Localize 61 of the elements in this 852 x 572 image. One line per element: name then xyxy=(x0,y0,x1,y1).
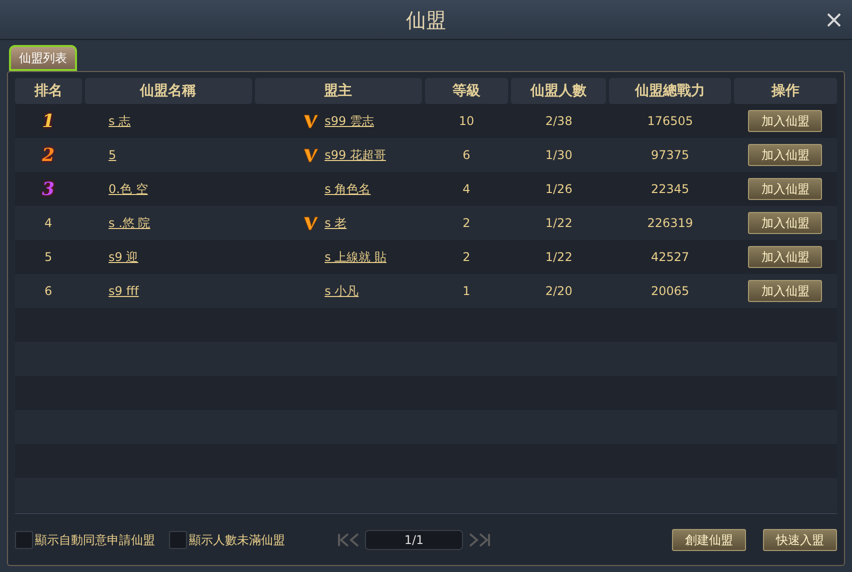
rank-medal: 3 xyxy=(42,178,55,202)
power-text: 42527 xyxy=(651,249,690,266)
last-page-icon[interactable] xyxy=(467,532,491,546)
members-text: 1/22 xyxy=(545,249,572,266)
members-text: 1/22 xyxy=(545,215,572,232)
power-text: 176505 xyxy=(647,113,694,130)
level-text: 2 xyxy=(462,215,470,232)
rank-number: 4 xyxy=(44,215,52,232)
members-text: 1/30 xyxy=(545,147,572,164)
join-button[interactable]: 加入仙盟 xyxy=(748,144,822,166)
checkbox[interactable] xyxy=(15,530,33,548)
column-header: 盟主 xyxy=(254,78,422,104)
column-header: 等級 xyxy=(424,78,508,104)
power-text: 20065 xyxy=(651,283,690,300)
rank-medal: 2 xyxy=(42,144,55,168)
checkbox-label: 顯示人數未滿仙盟 xyxy=(189,532,285,548)
level-text: 4 xyxy=(462,181,470,198)
members-text: 2/38 xyxy=(545,113,572,130)
first-page-icon[interactable] xyxy=(337,532,361,546)
column-header: 仙盟人數 xyxy=(511,78,606,104)
leader-link[interactable]: s99 花超哥 xyxy=(324,146,386,164)
guild-name-link[interactable]: s 志 xyxy=(108,112,131,130)
column-header: 排名 xyxy=(15,78,82,104)
guild-name-link[interactable]: 0.色 空 xyxy=(108,180,148,198)
join-button[interactable]: 加入仙盟 xyxy=(748,178,822,200)
rank-number: 6 xyxy=(44,283,52,300)
join-button[interactable]: 加入仙盟 xyxy=(748,280,822,302)
column-header: 仙盟名稱 xyxy=(84,78,252,104)
column-header: 操作 xyxy=(734,78,838,104)
guild-name-link[interactable]: s9 fff xyxy=(108,282,139,300)
guild-name-link[interactable]: s .悠 院 xyxy=(108,214,150,232)
power-text: 97375 xyxy=(651,147,690,164)
power-text: 226319 xyxy=(647,215,694,232)
level-text: 2 xyxy=(462,249,470,266)
members-text: 2/20 xyxy=(545,283,572,300)
level-text: 1 xyxy=(462,283,470,300)
level-text: 6 xyxy=(462,147,470,164)
join-button[interactable]: 加入仙盟 xyxy=(748,110,822,132)
tab[interactable]: 仙盟列表 xyxy=(9,45,77,71)
power-text: 22345 xyxy=(651,181,690,198)
leader-link[interactable]: s 角色名 xyxy=(324,180,371,198)
checkbox[interactable] xyxy=(169,530,187,548)
column-header: 仙盟總戰力 xyxy=(609,78,731,104)
checkbox-label: 顯示自動同意申請仙盟 xyxy=(35,532,155,548)
action-button[interactable]: 快速入盟 xyxy=(763,528,837,550)
rank-medal: 1 xyxy=(42,110,55,134)
guild-name-link[interactable]: 5 xyxy=(108,146,116,164)
window-title: 仙盟 xyxy=(406,6,446,34)
leader-link[interactable]: s 老 xyxy=(324,214,347,232)
close-icon[interactable] xyxy=(826,12,842,28)
leader-link[interactable]: s 上線就 貼 xyxy=(324,248,386,266)
leader-link[interactable]: s 小凡 xyxy=(324,282,359,300)
join-button[interactable]: 加入仙盟 xyxy=(748,212,822,234)
level-text: 10 xyxy=(458,113,474,130)
guild-name-link[interactable]: s9 迎 xyxy=(108,248,138,266)
members-text: 1/26 xyxy=(545,181,572,198)
join-button[interactable]: 加入仙盟 xyxy=(748,246,822,268)
page-field: 1/1 xyxy=(365,530,463,550)
action-button[interactable]: 創建仙盟 xyxy=(672,528,746,550)
rank-number: 5 xyxy=(44,249,52,266)
leader-link[interactable]: s99 雲志 xyxy=(324,112,374,130)
